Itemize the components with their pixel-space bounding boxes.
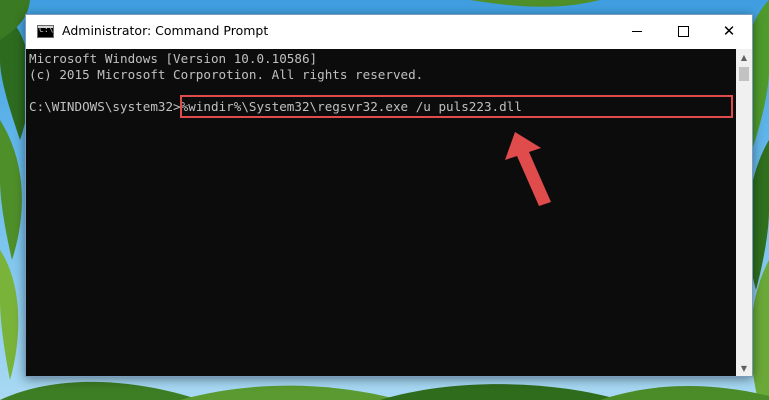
vertical-scrollbar[interactable]: ▲ ▼ (736, 49, 752, 376)
command-prompt-window[interactable]: C:\ Administrator: Command Prompt ✕ Micr… (25, 14, 753, 377)
console-prompt: C:\WINDOWS\system32> (29, 99, 181, 114)
close-icon: ✕ (722, 22, 736, 40)
chevron-up-icon: ▲ (740, 52, 748, 62)
close-button[interactable]: ✕ (706, 15, 752, 47)
arrow-icon (505, 132, 551, 206)
window-title: Administrator: Command Prompt (62, 23, 269, 38)
scroll-up-button[interactable]: ▲ (736, 49, 752, 65)
scroll-thumb[interactable] (739, 67, 749, 81)
cmd-icon: C:\ (37, 25, 54, 38)
scroll-down-button[interactable]: ▼ (736, 360, 752, 376)
command-highlight-box (180, 95, 733, 118)
console-version-line: Microsoft Windows [Version 10.0.10586] (29, 51, 318, 66)
title-bar[interactable]: C:\ Administrator: Command Prompt ✕ (26, 15, 752, 49)
console-copyright-line: (c) 2015 Microsoft Corporotion. All righ… (29, 67, 424, 82)
chevron-down-icon: ▼ (740, 363, 748, 373)
console-output[interactable]: Microsoft Windows [Version 10.0.10586] (… (26, 49, 736, 376)
minimize-button[interactable] (614, 15, 660, 47)
minimize-icon (632, 30, 642, 32)
maximize-button[interactable] (660, 15, 706, 47)
maximize-icon (677, 25, 689, 37)
